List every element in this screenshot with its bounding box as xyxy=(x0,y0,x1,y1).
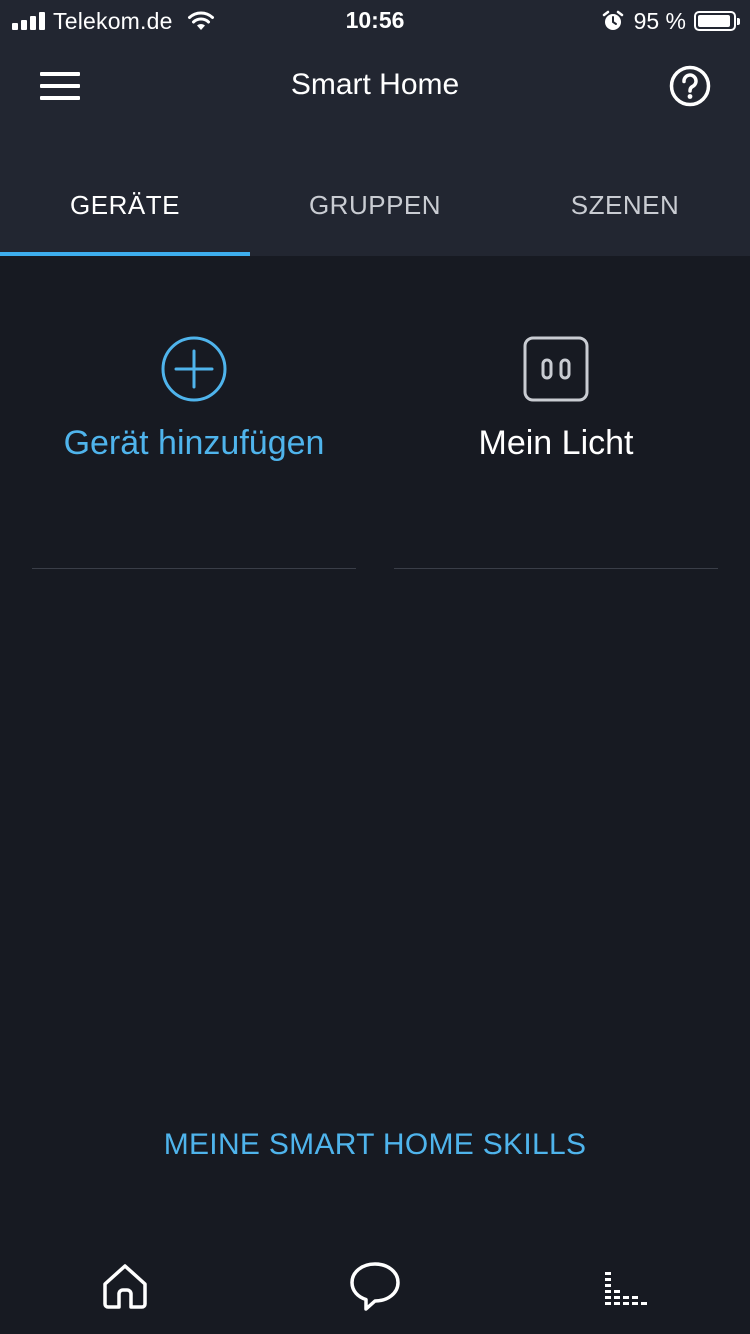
alarm-clock-icon xyxy=(602,10,623,30)
device-label: Mein Licht xyxy=(478,424,634,462)
page-title: Smart Home xyxy=(290,68,460,101)
add-device-tile[interactable]: Gerät hinzufügen xyxy=(32,256,356,569)
add-device-label: Gerät hinzufügen xyxy=(63,424,325,462)
battery-fill xyxy=(698,15,731,27)
help-circle-icon[interactable] xyxy=(668,64,712,108)
device-grid: Gerät hinzufügen Mein Licht xyxy=(0,256,750,569)
battery-icon xyxy=(694,11,740,31)
smart-plug-icon xyxy=(523,336,589,402)
tab-devices[interactable]: GERÄTE xyxy=(0,164,250,256)
app-header: Smart Home GERÄTE GRUPPEN SZENEN xyxy=(0,42,750,256)
app-root: Telekom.de 10:56 95 % Smart Home GERÄTE … xyxy=(0,0,750,1334)
activity-icon[interactable] xyxy=(597,1258,653,1314)
smart-home-skills-link[interactable]: MEINE SMART HOME SKILLS xyxy=(0,1128,750,1162)
status-bar: Telekom.de 10:56 95 % xyxy=(0,0,750,42)
device-tile-mein-licht[interactable]: Mein Licht xyxy=(394,256,718,569)
chat-bubble-icon[interactable] xyxy=(347,1258,403,1314)
tile-divider xyxy=(32,568,356,569)
status-right-group: 95 % xyxy=(602,7,740,35)
add-circle-icon xyxy=(161,336,227,402)
tab-scenes[interactable]: SZENEN xyxy=(500,164,750,256)
home-icon[interactable] xyxy=(97,1258,153,1314)
battery-percentage: 95 % xyxy=(633,7,686,34)
tab-groups[interactable]: GRUPPEN xyxy=(250,164,500,256)
bottom-nav xyxy=(0,1238,750,1334)
tile-divider xyxy=(394,568,718,569)
tab-bar: GERÄTE GRUPPEN SZENEN xyxy=(0,164,750,256)
